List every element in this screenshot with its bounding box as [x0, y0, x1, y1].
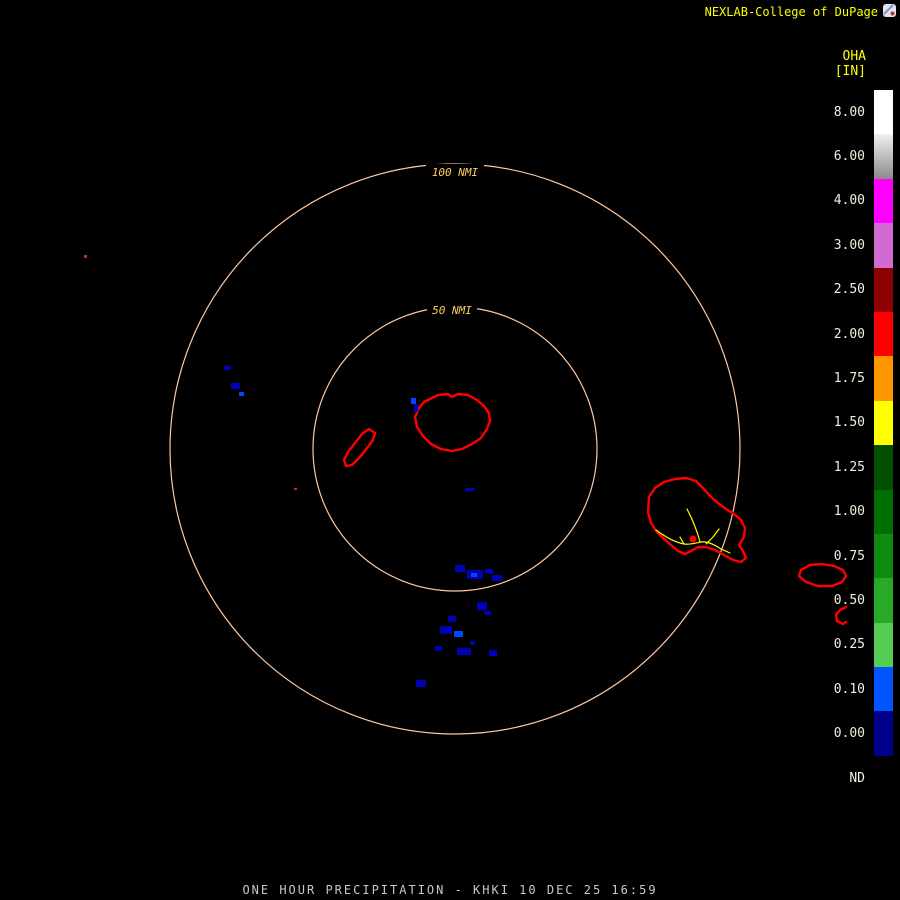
legend-label: 4.00: [833, 193, 865, 209]
outer-ring-label: 100 NMI: [432, 166, 479, 179]
legend-level-1.25: 1.25: [817, 445, 893, 490]
precip-echo: [231, 383, 240, 389]
legend-level-0.25: 0.25: [817, 622, 893, 668]
precip-echo: [455, 565, 465, 572]
range-ring-100nmi: [169, 163, 741, 735]
oahu-roads: [655, 508, 731, 554]
legend-swatch: [874, 90, 893, 135]
legend-level-1.00: 1.00: [817, 489, 893, 534]
legend-label: 0.00: [833, 726, 865, 742]
legend-level-ND: ND: [817, 755, 893, 801]
precip-echo: [465, 488, 475, 491]
legend-colorbar: 8.00 6.00 4.00 3.00 2.50 2.00 1.75 1.50 1.25 1.00…: [817, 90, 893, 801]
legend-level-0.10: 0.10: [817, 667, 893, 712]
legend-label: 0.75: [833, 548, 865, 564]
legend-label: 6.00: [833, 149, 865, 165]
precip-echo: [239, 392, 244, 396]
legend-label: 8.00: [833, 104, 865, 120]
legend-swatch: [874, 445, 893, 490]
legend-swatch: [874, 178, 893, 224]
range-rings: 100 NMI 50 NMI: [169, 163, 741, 735]
legend-level-4.00: 4.00: [817, 178, 893, 224]
legend-swatch: [874, 400, 893, 446]
legend-swatch: [874, 622, 893, 668]
legend-label: 0.50: [833, 592, 865, 608]
kauai-outline: [413, 392, 492, 453]
legend-label: 0.10: [833, 681, 865, 697]
inner-ring-label: 50 NMI: [432, 304, 472, 317]
precip-echo: [477, 602, 487, 610]
legend-level-8.00: 8.00: [817, 90, 893, 135]
range-ring-50nmi: [312, 306, 598, 592]
precip-echo: [414, 404, 418, 412]
map-specks: [84, 255, 297, 490]
legend-label: 0.25: [833, 637, 865, 653]
legend-swatch: [874, 533, 893, 579]
legend-label: 1.25: [833, 459, 865, 475]
legend-level-6.00: 6.00: [817, 134, 893, 179]
road-pali: [705, 528, 720, 545]
legend-swatch: [874, 311, 893, 357]
legend-level-1.50: 1.50: [817, 400, 893, 446]
legend-label: ND: [849, 770, 865, 786]
precip-echo: [489, 650, 497, 656]
precip-echo: [448, 616, 456, 622]
precip-echo: [485, 569, 493, 574]
legend-level-1.75: 1.75: [817, 356, 893, 401]
precip-echo: [492, 575, 502, 581]
legend-label: 2.50: [833, 282, 865, 298]
heavy-precip-echo: [689, 535, 697, 543]
precip-echo: [411, 398, 416, 404]
legend-swatch: [874, 755, 893, 801]
legend-swatch: [874, 267, 893, 312]
legend-level-2.00: 2.00: [817, 311, 893, 357]
legend-title: OHA: [842, 49, 866, 64]
header-title: NEXLAB-College of DuPage: [704, 5, 878, 19]
legend-swatch: [874, 489, 893, 534]
legend-level-0.50: 0.50: [817, 578, 893, 623]
legend-header: OHA [IN]: [835, 49, 866, 79]
legend-level-0.00: 0.00: [817, 711, 893, 756]
legend-label: 2.00: [833, 326, 865, 342]
precip-echo: [457, 648, 471, 655]
nexlab-logo-icon: [883, 4, 896, 17]
precip-echo: [416, 680, 426, 687]
legend-level-3.00: 3.00: [817, 223, 893, 268]
legend-swatch: [874, 134, 893, 179]
niihau-outline: [342, 427, 377, 468]
legend-level-2.50: 2.50: [817, 267, 893, 312]
legend-swatch: [874, 223, 893, 268]
legend-swatch: [874, 356, 893, 401]
legend-label: 3.00: [833, 237, 865, 253]
legend-label: 1.75: [833, 371, 865, 387]
footer-caption: ONE HOUR PRECIPITATION - KHKI 10 DEC 25 …: [242, 883, 658, 897]
legend-level-0.75: 0.75: [817, 533, 893, 579]
precip-echoes: [224, 366, 697, 687]
precip-echo: [224, 366, 231, 370]
speck: [84, 255, 87, 258]
legend-unit: [IN]: [834, 64, 866, 79]
precip-echo: [484, 611, 491, 615]
precip-echo: [471, 573, 477, 577]
legend-swatch: [874, 711, 893, 756]
legend-label: 1.50: [833, 415, 865, 431]
legend-swatch: [874, 578, 893, 623]
speck: [294, 488, 297, 490]
precip-echo: [440, 626, 452, 634]
precip-echo: [470, 641, 475, 645]
radar-map: 100 NMI 50 NMI: [84, 163, 848, 735]
precip-echo: [435, 646, 442, 651]
legend-label: 1.00: [833, 504, 865, 520]
legend-swatch: [874, 667, 893, 712]
precip-echo: [454, 631, 463, 637]
radar-screen: 100 NMI 50 NMI NEXLAB-College of DuPage …: [0, 0, 900, 900]
